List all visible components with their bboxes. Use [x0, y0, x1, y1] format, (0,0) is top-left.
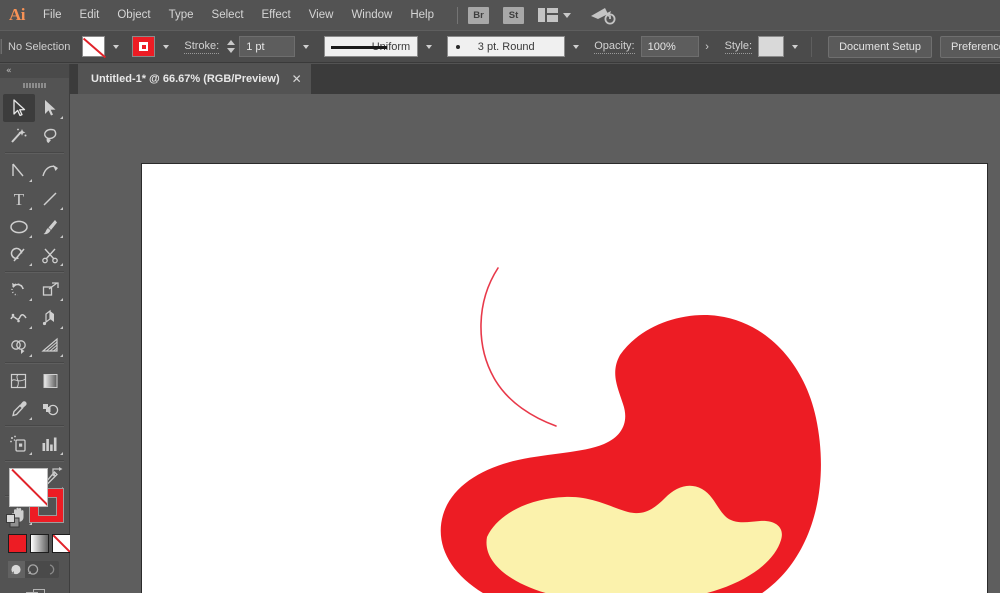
color-mode-row	[8, 534, 71, 553]
paintbrush-tool[interactable]	[35, 213, 67, 241]
lasso-tool[interactable]	[35, 122, 67, 150]
style-label: Style:	[725, 40, 753, 54]
menu-view[interactable]: View	[300, 0, 343, 30]
app-logo: Ai	[0, 0, 34, 30]
gradient-mode-swatch[interactable]	[30, 534, 49, 553]
illustrator-window: Ai File Edit Object Type Select Effect V…	[0, 0, 1000, 593]
menu-bar: Ai File Edit Object Type Select Effect V…	[0, 0, 1000, 30]
tools-separator	[5, 426, 64, 427]
stroke-weight-stepper[interactable]	[225, 37, 236, 56]
opacity-field[interactable]: 100%	[641, 36, 699, 57]
workspace-switcher[interactable]	[538, 8, 571, 22]
free-transform-tool[interactable]	[35, 304, 67, 332]
scissors-tool[interactable]	[35, 241, 67, 269]
menu-effect[interactable]: Effect	[253, 0, 300, 30]
magic-wand-tool[interactable]	[3, 122, 35, 150]
color-mode-swatch[interactable]	[8, 534, 27, 553]
draw-behind-button[interactable]	[25, 561, 42, 578]
stroke-color-swatch[interactable]	[132, 36, 155, 57]
opacity-more-options[interactable]: ›	[700, 36, 715, 57]
tools-separator	[5, 153, 64, 154]
symbol-sprayer-tool[interactable]	[3, 430, 35, 458]
chevron-down-icon	[563, 13, 571, 18]
selection-tool[interactable]	[3, 94, 35, 122]
none-mode-swatch[interactable]	[52, 534, 71, 553]
eyedropper-tool[interactable]	[3, 395, 35, 423]
tools-panel-collapse-button[interactable]: «	[0, 64, 69, 78]
bridge-badge[interactable]: Br	[468, 7, 489, 24]
selection-status: No Selection	[2, 41, 82, 53]
ellipse-tool[interactable]	[3, 213, 35, 241]
fill-color-swatch[interactable]	[82, 36, 105, 57]
change-screen-mode-button[interactable]	[26, 588, 46, 593]
svg-text:T: T	[14, 190, 25, 208]
search-cloud-icon[interactable]	[589, 5, 617, 25]
line-segment-tool[interactable]	[35, 185, 67, 213]
curvature-tool[interactable]	[35, 157, 67, 185]
draw-normal-button[interactable]	[8, 561, 25, 578]
column-graph-tool[interactable]	[35, 430, 67, 458]
default-fill-stroke-icon[interactable]	[6, 514, 20, 528]
menu-divider	[457, 7, 458, 24]
menu-select[interactable]: Select	[203, 0, 253, 30]
tools-separator	[5, 272, 64, 273]
document-tab[interactable]: Untitled-1* @ 66.67% (RGB/Preview) ✕	[78, 64, 311, 94]
graphic-style-swatch[interactable]	[758, 36, 784, 57]
menu-window[interactable]: Window	[342, 0, 401, 30]
mesh-tool[interactable]	[3, 367, 35, 395]
menu-file[interactable]: File	[34, 0, 71, 30]
close-icon[interactable]: ✕	[292, 73, 302, 85]
menu-edit[interactable]: Edit	[71, 0, 109, 30]
drawing-modes-row	[8, 561, 59, 578]
stomach-illustration[interactable]	[142, 164, 989, 593]
uniform-profile-icon	[331, 46, 387, 49]
direct-selection-tool[interactable]	[35, 94, 67, 122]
color-controls	[0, 462, 70, 593]
document-tab-title: Untitled-1* @ 66.67% (RGB/Preview)	[91, 73, 280, 85]
rotate-tool[interactable]	[3, 276, 35, 304]
stroke-swatch-dropdown[interactable]	[157, 36, 174, 57]
draw-inside-button[interactable]	[42, 561, 59, 578]
esophagus-curve-path[interactable]	[481, 268, 556, 426]
pen-tool[interactable]	[3, 157, 35, 185]
stroke-weight-dropdown[interactable]	[297, 36, 314, 57]
tools-separator	[5, 363, 64, 364]
control-bar-divider	[811, 37, 812, 57]
stroke-profile-field[interactable]: Uniform	[324, 36, 418, 57]
document-tab-bar: Untitled-1* @ 66.67% (RGB/Preview) ✕	[70, 64, 1000, 94]
opacity-label: Opacity:	[594, 40, 634, 54]
control-bar: No Selection Stroke: 1 pt Uniform 3 pt. …	[0, 30, 1000, 63]
swap-fill-stroke-icon[interactable]	[51, 466, 65, 478]
fill-color-proxy[interactable]	[9, 468, 48, 507]
stroke-weight-field[interactable]: 1 pt	[239, 36, 295, 57]
workspace-switcher-icon	[538, 8, 558, 22]
blend-tool[interactable]	[35, 395, 67, 423]
tools-panel-grip[interactable]	[0, 78, 69, 92]
artboard[interactable]	[141, 163, 988, 593]
scale-tool[interactable]	[35, 276, 67, 304]
preferences-button[interactable]: Preferences	[940, 36, 1000, 58]
type-tool[interactable]: T	[3, 185, 35, 213]
canvas-area[interactable]	[70, 94, 1000, 593]
shape-builder-tool[interactable]	[3, 332, 35, 360]
width-tool[interactable]	[3, 304, 35, 332]
shaper-tool[interactable]	[3, 241, 35, 269]
brush-definition-label: 3 pt. Round	[478, 41, 535, 53]
stock-badge[interactable]: St	[503, 7, 524, 24]
stroke-weight-label: Stroke:	[184, 40, 219, 54]
stroke-profile-dropdown[interactable]	[420, 36, 437, 57]
menu-type[interactable]: Type	[160, 0, 203, 30]
gradient-tool[interactable]	[35, 367, 67, 395]
menu-object[interactable]: Object	[108, 0, 159, 30]
perspective-grid-tool[interactable]	[35, 332, 67, 360]
menu-help[interactable]: Help	[401, 0, 443, 30]
tools-panel: «	[0, 64, 70, 593]
fill-swatch-dropdown[interactable]	[107, 36, 124, 57]
brush-definition-field[interactable]: 3 pt. Round	[447, 36, 565, 57]
document-setup-button[interactable]: Document Setup	[828, 36, 932, 58]
brush-dot-icon	[456, 45, 460, 49]
brush-definition-dropdown[interactable]	[567, 36, 584, 57]
graphic-style-dropdown[interactable]	[786, 36, 803, 57]
